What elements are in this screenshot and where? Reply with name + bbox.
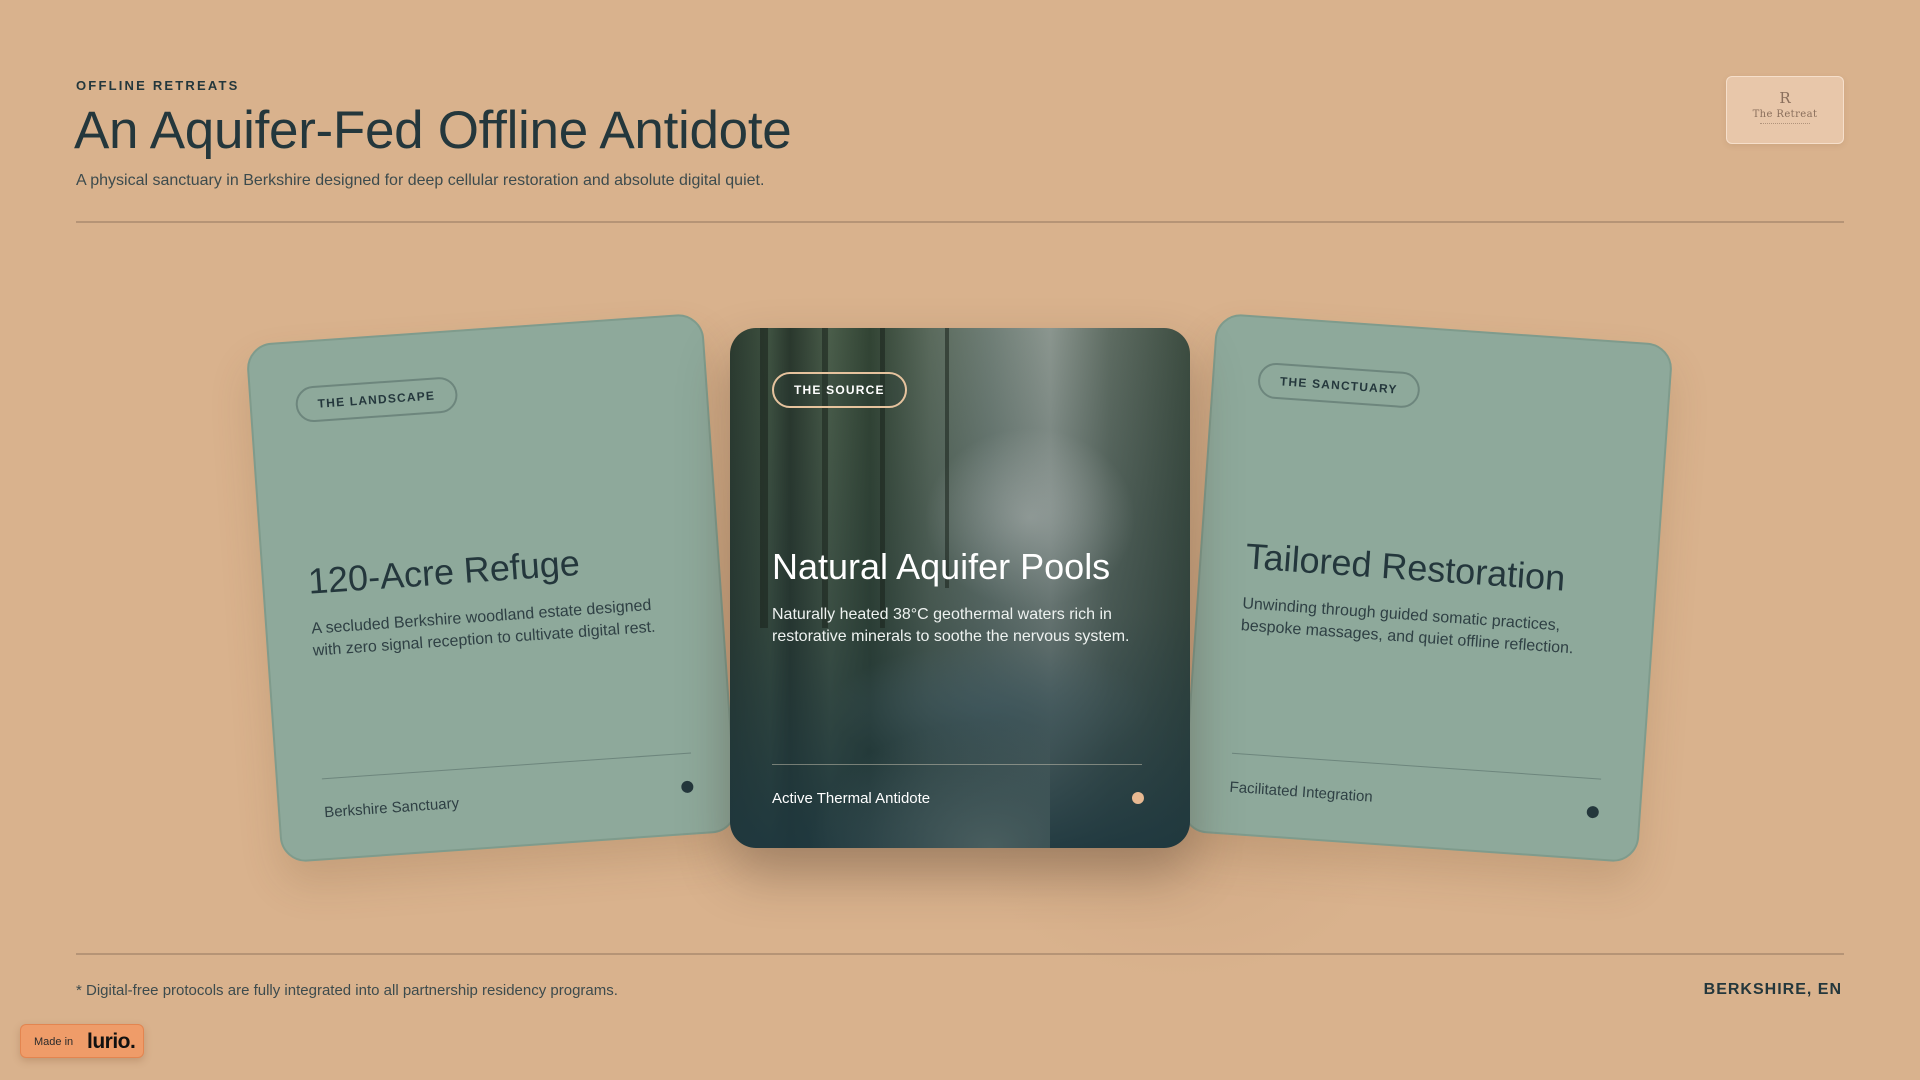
card-divider [772, 764, 1142, 765]
footer-note: * Digital-free protocols are fully integ… [76, 982, 618, 999]
card-source[interactable]: THE SOURCE Natural Aquifer Pools Natural… [730, 328, 1190, 848]
card-footer-label: Facilitated Integration [1229, 778, 1374, 806]
footer-divider [76, 953, 1844, 955]
card-tag: THE SANCTUARY [1256, 361, 1421, 409]
card-title: 120-Acre Refuge [306, 541, 582, 602]
forest-tree-trunk [760, 328, 768, 628]
card-divider [1231, 752, 1602, 780]
made-in-badge[interactable]: Made in lurio. [20, 1024, 144, 1058]
card-landscape[interactable]: THE LANDSCAPE 120-Acre Refuge A secluded… [245, 312, 739, 864]
status-dot-icon [1132, 792, 1144, 804]
card-sanctuary[interactable]: THE SANCTUARY Tailored Restoration Unwin… [1180, 312, 1674, 864]
card-tag: THE SOURCE [772, 372, 907, 408]
badge-made-in-text: Made in [34, 1036, 74, 1048]
card-description: Naturally heated 38°C geothermal waters … [772, 606, 1130, 645]
badge-brand-logo: lurio. [87, 1030, 136, 1053]
forest-stone-path [750, 618, 1050, 848]
card-title: Natural Aquifer Pools [772, 546, 1111, 587]
card-tag: THE LANDSCAPE [294, 376, 459, 424]
card-description: A secluded Berkshire woodland estate des… [310, 596, 657, 660]
header-divider [76, 221, 1844, 223]
logo-monogram-icon: R [1779, 89, 1791, 107]
logo-wordmark: The Retreat [1752, 109, 1818, 120]
logo-tagline-decoration [1760, 123, 1810, 126]
page-title: An Aquifer-Fed Offline Antidote [74, 101, 792, 160]
card-footer-label: Berkshire Sanctuary [323, 794, 460, 822]
page-subtitle: A physical sanctuary in Berkshire design… [76, 172, 765, 189]
card-description: Unwinding through guided somatic practic… [1240, 595, 1574, 658]
retreat-logo: R The Retreat [1726, 76, 1844, 144]
location-label: BERKSHIRE, EN [1703, 981, 1842, 998]
card-divider [321, 752, 692, 780]
card-title: Tailored Restoration [1244, 535, 1567, 599]
status-dot-icon [1586, 805, 1600, 819]
status-dot-icon [680, 780, 694, 794]
eyebrow-label: OFFLINE RETREATS [76, 78, 240, 93]
card-footer-label: Active Thermal Antidote [772, 790, 931, 807]
